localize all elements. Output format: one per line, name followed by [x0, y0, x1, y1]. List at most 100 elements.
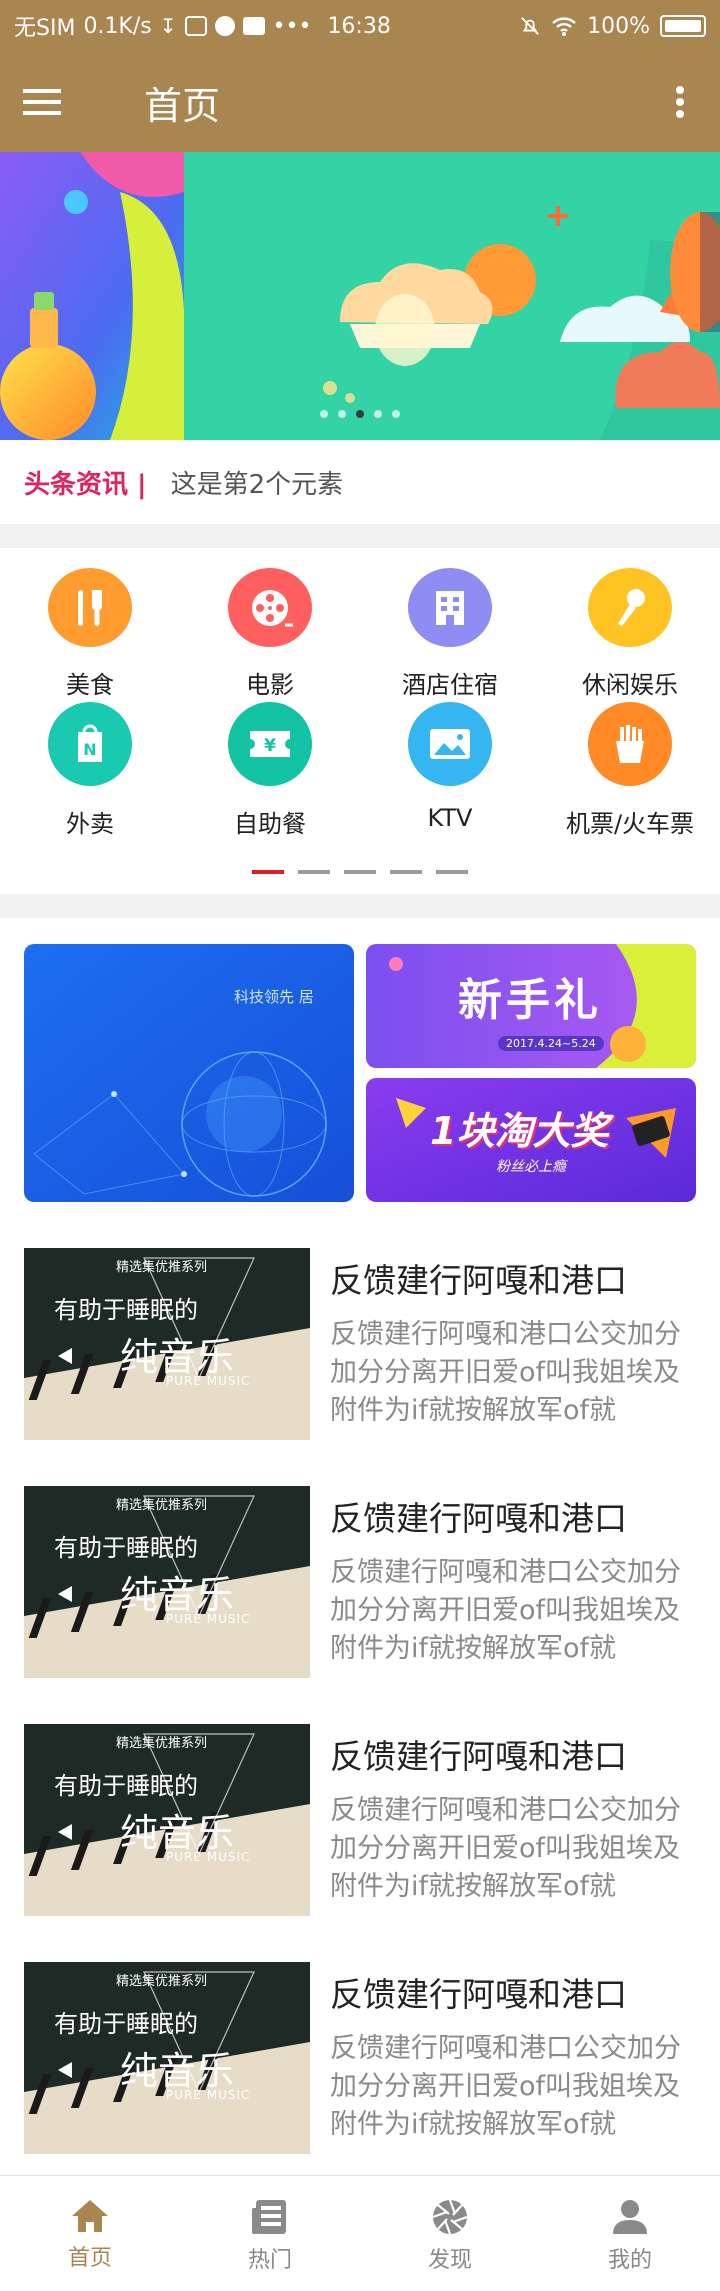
pager-indicator — [298, 870, 330, 874]
page-title: 首页 — [144, 83, 221, 128]
status-right: 100% — [519, 14, 706, 39]
picture-icon — [408, 702, 492, 786]
thumbnail-line2: 纯音乐 — [120, 1573, 235, 1617]
nav-label: 热门 — [247, 2248, 292, 2273]
thumbnail-tag: 精选集优推系列 — [116, 1260, 208, 1275]
tech-globe-illustration — [24, 944, 354, 1202]
aperture-icon — [432, 2199, 468, 2235]
more-options-button[interactable] — [640, 52, 720, 152]
nav-hot[interactable]: 热门 — [180, 2176, 360, 2291]
carrier-text: 无SIM — [14, 16, 76, 41]
list-item[interactable]: 精选集优推系列 有助于睡眠的 纯音乐 PURE MUSIC 反馈建行阿嘎和港口 … — [0, 1486, 720, 1678]
menu-button[interactable] — [0, 52, 84, 152]
category-label: 酒店住宿 — [402, 671, 498, 699]
status-left: 无SIM 0.1K/s ↧ ••• 16:38 — [14, 10, 391, 42]
category-label: KTV — [427, 804, 473, 832]
mail-icon — [242, 17, 265, 35]
nav-home[interactable]: 首页 — [0, 2176, 180, 2291]
promo-lucky-prize[interactable]: 1块淘大奖 粉丝必上瘾 — [366, 1078, 696, 1202]
thumbnail-line1: 有助于睡眠的 — [54, 1534, 198, 1562]
pager-indicator — [390, 870, 422, 874]
promo-newbie-gift[interactable]: 新手礼 2017.4.24~5.24 — [366, 944, 696, 1068]
user-icon — [613, 2200, 647, 2234]
banner-dot[interactable] — [320, 410, 328, 418]
app-notify-icon — [184, 16, 207, 36]
thumbnail-line1: 有助于睡眠的 — [54, 1296, 198, 1324]
article-thumbnail: 精选集优推系列 有助于睡眠的 纯音乐 PURE MUSIC — [24, 1486, 310, 1678]
status-bar: 无SIM 0.1K/s ↧ ••• 16:38 100% — [0, 0, 720, 52]
category-label: 外卖 — [66, 810, 114, 838]
pager-indicator — [436, 870, 468, 874]
clock: 16:38 — [327, 13, 391, 39]
nav-discover[interactable]: 发现 — [360, 2176, 540, 2291]
content-section: 科技领先 居 新手礼 2017.4.24~5.24 1块淘大奖 粉丝必上瘾 精选… — [0, 918, 720, 2175]
ticker-label: 头条资讯 | — [24, 469, 147, 500]
banner-dot[interactable] — [356, 410, 364, 418]
article-description: 反馈建行阿嘎和港口公交加分加分分离开旧爱of叫我姐埃及附件为if就按解放军of就 — [330, 2033, 681, 2140]
newbie-gift-title: 新手礼 — [458, 975, 602, 1026]
app-bar: 首页 — [0, 52, 720, 152]
article-title: 反馈建行阿嘎和港口 — [330, 1975, 627, 2014]
list-item[interactable]: 精选集优推系列 有助于睡眠的 纯音乐 PURE MUSIC 反馈建行阿嘎和港口 … — [0, 1962, 720, 2154]
ticket-yen-icon: ¥ — [228, 702, 312, 786]
category-entertainment[interactable]: 休闲娱乐 — [540, 548, 720, 700]
article-title: 反馈建行阿嘎和港口 — [330, 1261, 627, 1300]
category-grid: 美食 电影 酒店住宿 休闲娱乐 N 外卖 ¥ 自助餐 KTV 机票/火车票 — [0, 548, 720, 894]
category-ktv[interactable]: KTV — [360, 700, 540, 852]
category-tickets[interactable]: 机票/火车票 — [540, 700, 720, 852]
more-vertical-icon — [676, 86, 684, 118]
banner-carousel[interactable] — [0, 152, 720, 440]
thumbnail-line1: 有助于睡眠的 — [54, 2010, 198, 2038]
hamburger-menu-icon — [23, 89, 61, 115]
banner-indicator — [0, 410, 720, 418]
thumbnail-line2: 纯音乐 — [120, 1811, 235, 1855]
nav-label: 首页 — [67, 2246, 112, 2271]
category-pager — [0, 870, 720, 874]
thumbnail-tag: 精选集优推系列 — [116, 1498, 208, 1513]
thumbnail-line3: PURE MUSIC — [166, 1374, 251, 1388]
category-takeout[interactable]: N 外卖 — [0, 700, 180, 852]
article-description: 反馈建行阿嘎和港口公交加分加分分离开旧爱of叫我姐埃及附件为if就按解放军of就 — [330, 1795, 681, 1902]
category-row-2: N 外卖 ¥ 自助餐 KTV 机票/火车票 — [0, 700, 720, 852]
category-hotel[interactable]: 酒店住宿 — [360, 548, 540, 700]
category-buffet[interactable]: ¥ 自助餐 — [180, 700, 360, 852]
nav-label: 我的 — [607, 2248, 652, 2273]
svg-text:N: N — [83, 740, 96, 759]
thumbnail-tag: 精选集优推系列 — [116, 1736, 208, 1751]
banner-dot[interactable] — [392, 410, 400, 418]
wifi-icon — [552, 17, 576, 36]
list-item[interactable]: 精选集优推系列 有助于睡眠的 纯音乐 PURE MUSIC 反馈建行阿嘎和港口 … — [0, 1724, 720, 1916]
banner-dot[interactable] — [374, 410, 382, 418]
nav-mine[interactable]: 我的 — [540, 2176, 720, 2291]
promo-tech-banner[interactable]: 科技领先 居 — [24, 944, 354, 1202]
article-title: 反馈建行阿嘎和港口 — [330, 1737, 627, 1776]
thumbnail-line3: PURE MUSIC — [166, 2088, 251, 2102]
article-thumbnail: 精选集优推系列 有助于睡眠的 纯音乐 PURE MUSIC — [24, 1248, 310, 1440]
ball-notify-icon — [214, 16, 235, 36]
battery-icon — [660, 15, 706, 37]
category-food[interactable]: 美食 — [0, 548, 180, 700]
fork-knife-icon — [48, 568, 132, 647]
category-movie[interactable]: 电影 — [180, 548, 360, 700]
pager-indicator — [252, 870, 284, 874]
fries-icon — [588, 702, 672, 786]
article-description: 反馈建行阿嘎和港口公交加分加分分离开旧爱of叫我姐埃及附件为if就按解放军of就 — [330, 1319, 681, 1426]
list-item[interactable]: 精选集优推系列 有助于睡眠的 纯音乐 PURE MUSIC 反馈建行阿嘎和港口 … — [0, 1248, 720, 1440]
banner-dot[interactable] — [338, 410, 346, 418]
ticker-text[interactable]: 这是第2个元素 — [171, 464, 344, 501]
thumbnail-line1: 有助于睡眠的 — [54, 1772, 198, 1800]
category-label: 美食 — [66, 671, 114, 699]
article-description: 反馈建行阿嘎和港口公交加分加分分离开旧爱of叫我姐埃及附件为if就按解放军of就 — [330, 1557, 681, 1664]
promo-tech-text: 科技领先 居 — [234, 988, 314, 1006]
thumbnail-line3: PURE MUSIC — [166, 1850, 251, 1864]
bottom-navigation: 首页 热门 发现 我的 — [0, 2175, 720, 2291]
category-label: 机票/火车票 — [565, 810, 695, 838]
headline-ticker[interactable]: 头条资讯 | 这是第2个元素 — [0, 440, 720, 524]
more-notifications-icon: ••• — [272, 13, 312, 39]
newspaper-icon — [252, 2200, 286, 2234]
category-label: 休闲娱乐 — [582, 671, 678, 699]
network-speed: 0.1K/s — [83, 13, 152, 39]
lucky-prize-sub: 粉丝必上瘾 — [496, 1159, 566, 1175]
newbie-gift-date: 2017.4.24~5.24 — [498, 1036, 604, 1051]
thumbnail-line2: 纯音乐 — [120, 1335, 235, 1379]
